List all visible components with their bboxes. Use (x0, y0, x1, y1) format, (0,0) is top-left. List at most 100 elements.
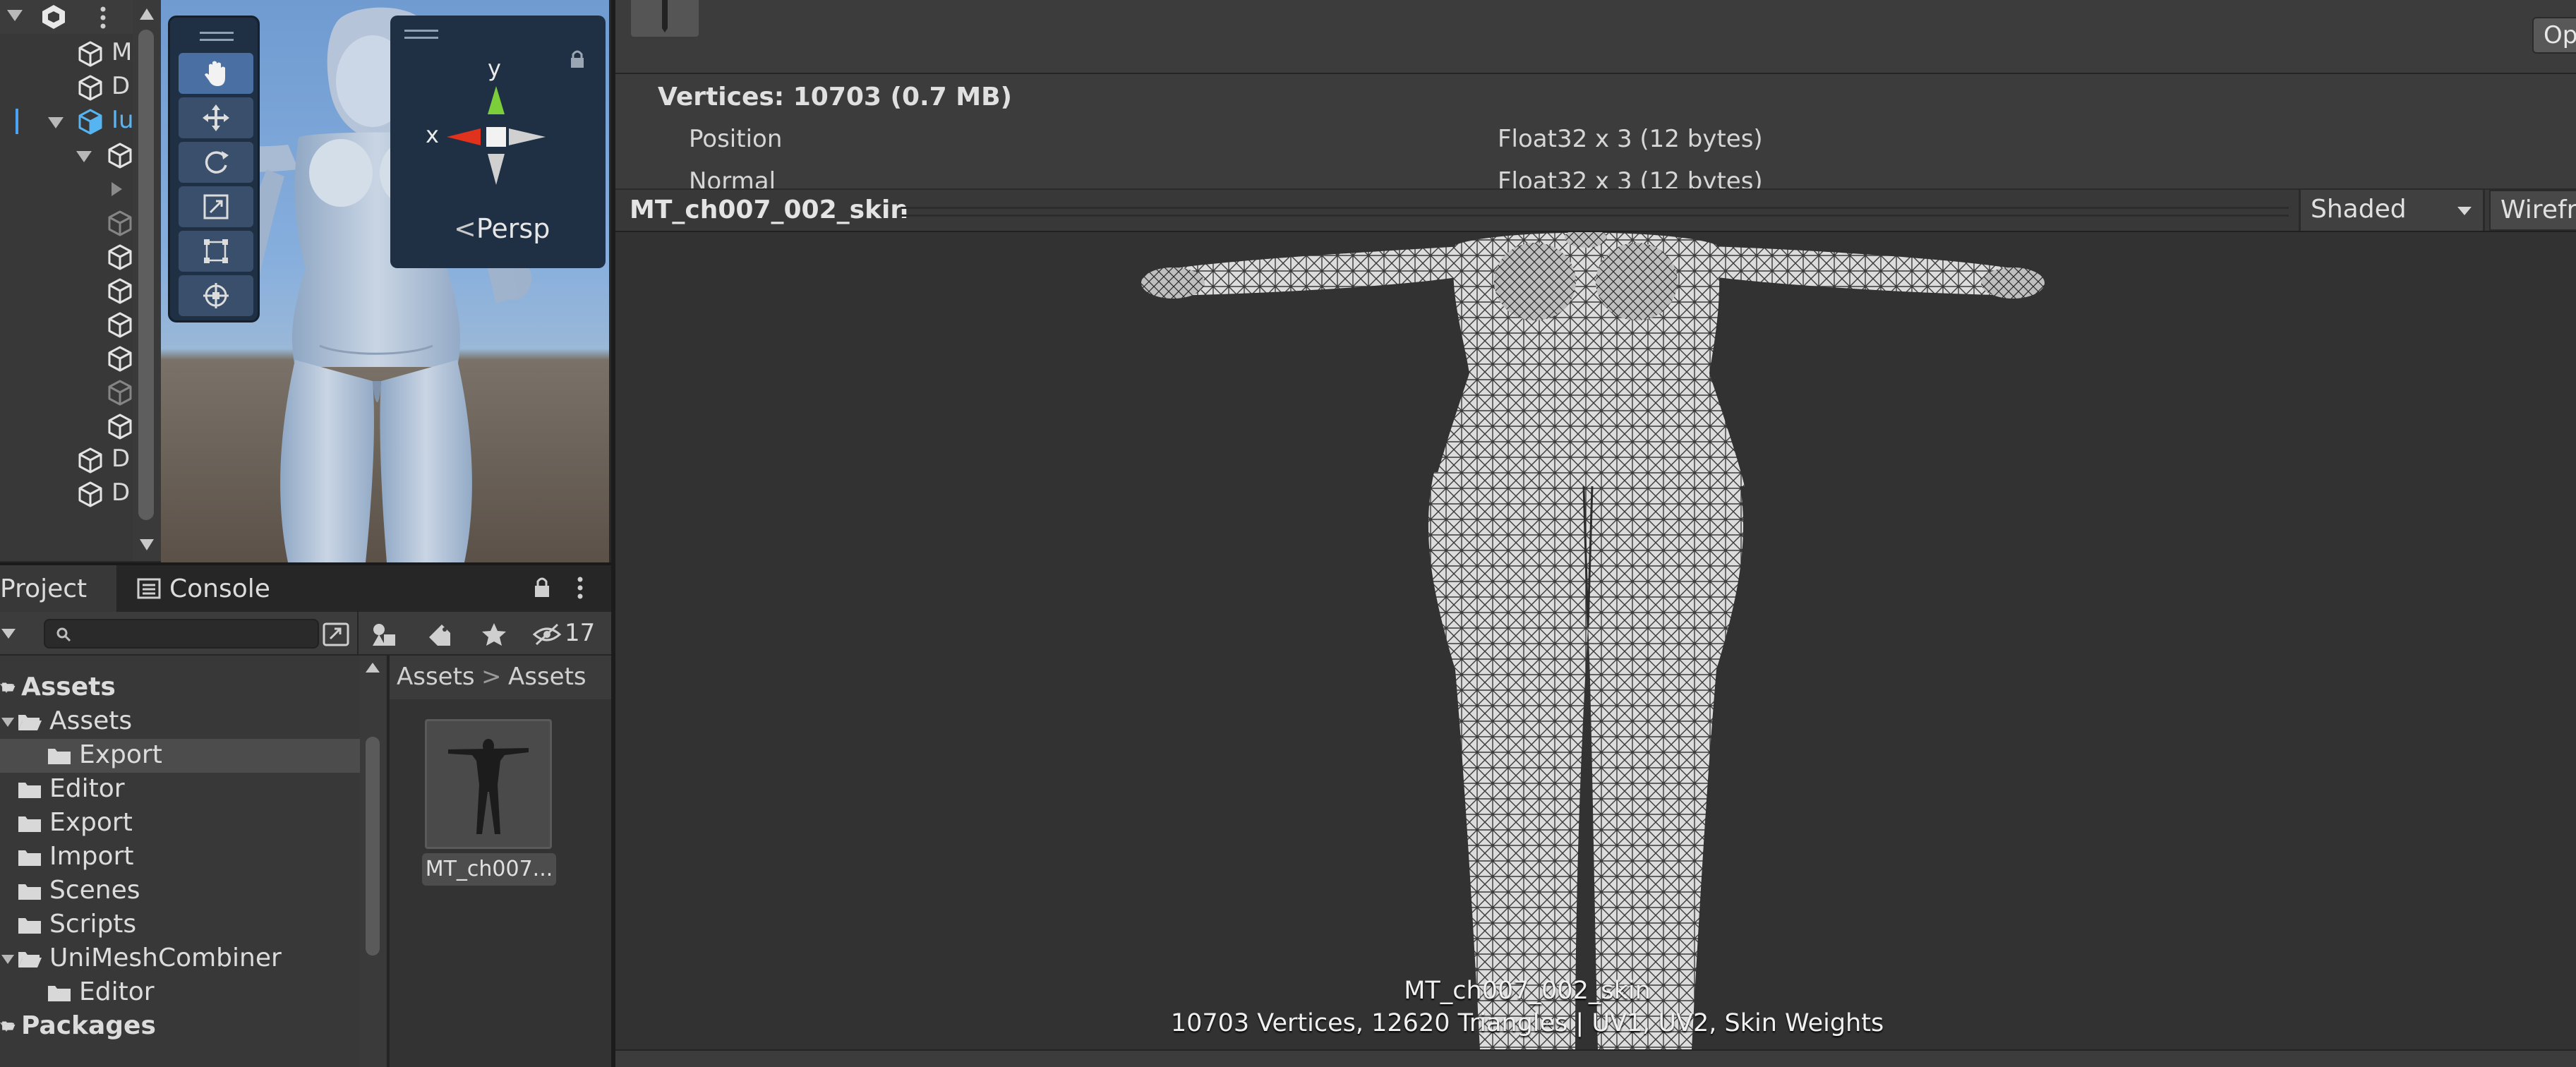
inspector-panel: Op Vertices: 10703 (0.7 MB) Position Flo… (611, 0, 2576, 1067)
folder-tree-item[interactable]: Export (0, 807, 360, 840)
hierarchy-item-label: M (112, 38, 133, 66)
attribute-name: Position (689, 125, 783, 153)
move-tool-button[interactable] (179, 97, 253, 138)
hidden-packages-eye-icon[interactable] (532, 622, 562, 647)
scroll-thumb[interactable] (138, 30, 154, 520)
lock-icon[interactable] (567, 47, 588, 75)
hierarchy-item[interactable] (0, 308, 133, 342)
hierarchy-item[interactable] (0, 409, 133, 443)
hierarchy-item[interactable] (0, 375, 133, 409)
search-input[interactable] (44, 619, 319, 649)
folder-open-icon (18, 952, 42, 967)
folder-tree-item[interactable]: Export (0, 739, 360, 773)
hierarchy-item[interactable] (0, 138, 133, 172)
open-button[interactable]: Op (2532, 17, 2576, 54)
transform-tool-button[interactable] (179, 275, 253, 316)
scroll-down-icon[interactable] (140, 539, 154, 550)
hierarchy-item[interactable] (0, 206, 133, 240)
scale-tool-button[interactable] (179, 186, 253, 227)
folder-tree-item[interactable]: Scripts (0, 908, 360, 942)
kebab-menu-icon[interactable] (96, 6, 110, 30)
hierarchy-item[interactable] (0, 342, 133, 375)
create-dropdown-icon[interactable] (1, 629, 16, 639)
selection-marker (16, 109, 18, 134)
folder-tree-item[interactable]: UniMeshCombiner (0, 942, 360, 976)
orientation-gizmo[interactable]: y x <Persp (390, 16, 606, 268)
hierarchy-item[interactable] (0, 240, 133, 274)
scroll-up-icon[interactable] (366, 663, 380, 673)
scene-view[interactable]: y x <Persp (161, 0, 609, 562)
breadcrumb-item[interactable]: Assets (397, 663, 475, 691)
hand-icon (205, 61, 225, 86)
expand-arrow-icon[interactable] (1, 955, 14, 964)
expand-arrow-icon[interactable] (1, 718, 14, 727)
folder-tree-item[interactable]: Assets (0, 705, 360, 739)
collapsed-arrow-icon[interactable] (112, 182, 122, 196)
folder-icon (18, 783, 41, 798)
inspector-footer (615, 1049, 2576, 1067)
rect-tool-button[interactable] (179, 231, 253, 272)
folder-icon (18, 884, 41, 900)
folder-icon (18, 816, 41, 832)
kebab-menu-icon[interactable] (573, 575, 587, 601)
hierarchy-item[interactable]: D (0, 477, 133, 511)
hierarchy-scrollbar[interactable] (133, 0, 161, 561)
drag-grip[interactable] (200, 39, 234, 41)
scale-icon (203, 194, 229, 219)
lock-icon[interactable] (532, 575, 552, 601)
drag-grip[interactable] (404, 30, 438, 32)
hierarchy-item[interactable]: D (0, 443, 133, 477)
folder-tree-item[interactable]: Editor (0, 976, 360, 1010)
filter-by-label-icon[interactable] (426, 622, 455, 647)
breadcrumb-item[interactable]: Assets (508, 663, 586, 691)
expand-arrow-icon[interactable] (7, 10, 23, 21)
scroll-up-icon[interactable] (140, 8, 154, 20)
perspective-icon: < (454, 213, 476, 244)
drag-grip[interactable] (404, 37, 438, 39)
tab-console-label: Console (169, 574, 270, 603)
expand-arrow-icon[interactable] (76, 151, 92, 162)
unity-scene-icon (42, 5, 65, 29)
asset-thumbnail-label[interactable]: MT_ch007... (422, 853, 556, 886)
folder-tree-item[interactable]: Packages (0, 1010, 360, 1044)
rotate-tool-button[interactable] (179, 142, 253, 183)
vertex-info-section: Vertices: 10703 (0.7 MB) Position Float3… (615, 74, 2576, 188)
mesh-preview-viewport[interactable]: MT_ch007_002_skin 10703 Vertices, 12620 … (615, 232, 2576, 1049)
wireframe-toggle-button[interactable]: Wirefra (2489, 190, 2576, 231)
search-scope-icon[interactable] (322, 622, 350, 647)
hierarchy-item[interactable]: M (0, 37, 133, 71)
projection-toggle[interactable]: <Persp (454, 213, 550, 244)
favorites-star-icon[interactable] (480, 622, 508, 647)
folder-icon (48, 986, 71, 1001)
folder-tree-item[interactable]: Editor (0, 773, 360, 807)
folder-tree-item-label: Import (49, 842, 134, 871)
folder-tree-item[interactable]: Scenes (0, 874, 360, 908)
mesh-mini-thumbnail (631, 0, 699, 37)
project-tabs: Project Console (0, 562, 611, 612)
folder-tree-item-label: Assets (49, 706, 133, 735)
drag-grip[interactable] (200, 32, 234, 34)
expand-arrow-icon[interactable] (48, 117, 64, 128)
folder-tree-item[interactable]: Assets (0, 671, 360, 705)
asset-thumbnail[interactable] (425, 719, 552, 849)
hierarchy-item[interactable] (0, 172, 133, 206)
breadcrumb: Assets > Assets (390, 656, 614, 699)
scroll-thumb[interactable] (366, 737, 380, 956)
hierarchy-item-label: D (112, 478, 131, 507)
filter-by-type-icon[interactable] (370, 622, 398, 647)
preview-title: MT_ch007_002_skin (630, 195, 908, 224)
shading-mode-dropdown[interactable]: Shaded (2299, 190, 2485, 231)
hidden-count: 17 (565, 619, 596, 647)
folder-tree-scrollbar[interactable] (360, 656, 385, 1067)
tab-project[interactable]: Project (0, 565, 116, 612)
hierarchy-item[interactable] (0, 274, 133, 308)
folder-open-icon (2, 1021, 16, 1030)
preview-toolbar[interactable]: MT_ch007_002_skin Shaded Wirefra (615, 188, 2576, 232)
hand-tool-button[interactable] (179, 53, 253, 94)
tab-project-label: Project (0, 574, 88, 603)
hierarchy-item[interactable]: Iu (0, 104, 134, 138)
folder-tree-item[interactable]: Import (0, 840, 360, 874)
tab-console[interactable]: Console (134, 565, 270, 612)
preview-drag-handle[interactable] (901, 207, 2289, 217)
hierarchy-item[interactable]: D (0, 71, 133, 104)
